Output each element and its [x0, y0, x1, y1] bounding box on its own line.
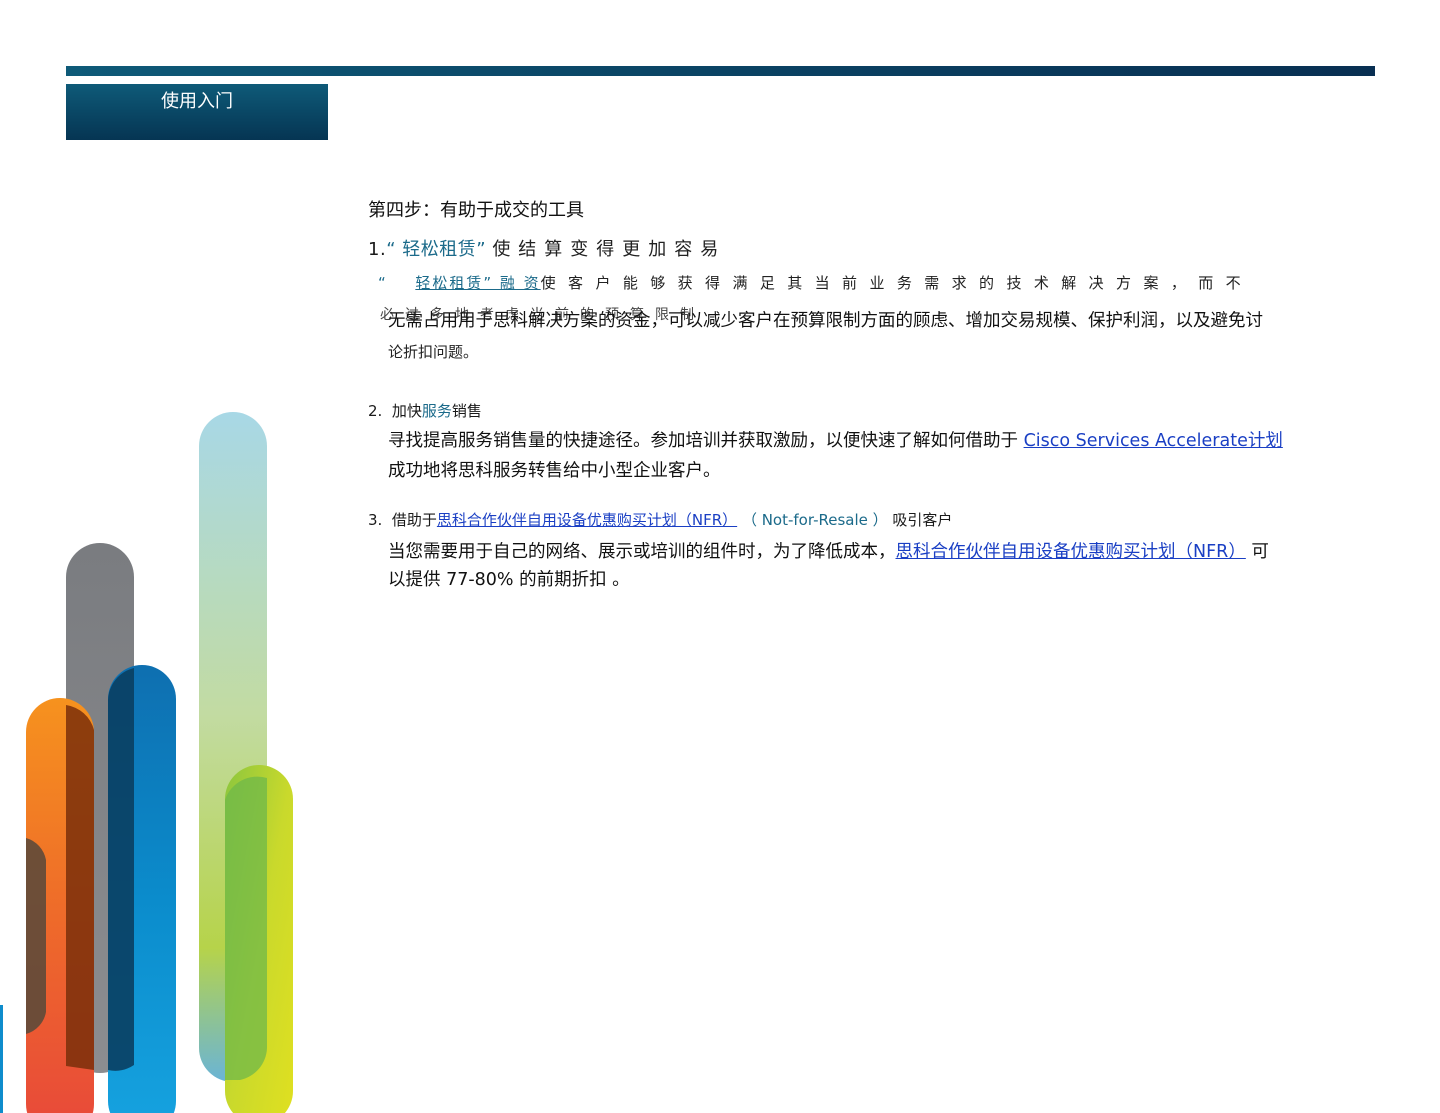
section1-heading-rest: 使结算变得更加容易: [492, 239, 727, 260]
section2-body-line1: 寻找提高服务销售量的快捷途径。参加培训并获取激励，以便快速了解如何借助于 Cis…: [388, 427, 1283, 452]
cisco-services-accelerate-link[interactable]: Cisco Services Accelerate计划: [1024, 431, 1283, 451]
section3-body-text: 当您需要用于自己的网络、展示或培训的组件时，为了降低成本，: [388, 542, 896, 562]
section1-line1-rest: 使客户能够获得满足其当前业务需求的技术解决方案，而不: [540, 274, 1254, 292]
section1-quote-close: ”: [476, 239, 487, 260]
section3-body-tail: 可: [1251, 542, 1269, 562]
section-tab-label: 使用入门: [161, 91, 233, 112]
section2-heading: 2. 加快服务销售: [368, 400, 482, 421]
nfr-program-heading-link[interactable]: 思科合作伙伴自用设备优惠购买计划（NFR）: [437, 511, 737, 529]
step-title: 第四步：有助于成交的工具: [368, 200, 584, 221]
easy-lease-link[interactable]: 轻松租赁” 融 资: [415, 274, 540, 292]
section1-text-line3: 论折扣问题。: [388, 343, 479, 361]
section1-heading: 1.“ 轻松租赁” 使结算变得更加容易: [368, 235, 726, 261]
section1-text-line2: 无需占用用于思科解决方案的资金，可以减少客户在预算限制方面的顾虑、增加交易规模、…: [388, 311, 1263, 331]
section2-highlight: 服务: [421, 402, 452, 420]
section3-paren: （ Not-for-Resale ）: [741, 511, 888, 529]
header-accent-bar: [66, 66, 1375, 76]
section1-quote-open: “: [386, 239, 397, 260]
section3-suffix: 吸引客户: [892, 511, 953, 529]
section1-number: 1.: [368, 239, 387, 260]
section3-prefix: 借助于: [391, 511, 437, 529]
section3-body-line1: 当您需要用于自己的网络、展示或培训的组件时，为了降低成本，思科合作伙伴自用设备优…: [388, 538, 1269, 563]
section3-number: 3.: [368, 511, 383, 529]
section3-body-line2: 以提供 77-80% 的前期折扣 。: [388, 570, 630, 590]
section1-text-line1: “ 轻松租赁” 融 资使客户能够获得满足其当前业务需求的技术解决方案，而不: [378, 272, 1253, 293]
nfr-program-body-link[interactable]: 思科合作伙伴自用设备优惠购买计划（NFR）: [896, 542, 1246, 562]
section2-body-text: 寻找提高服务销售量的快捷途径。参加培训并获取激励，以便快速了解如何借助于: [388, 431, 1024, 451]
section3-heading: 3. 借助于思科合作伙伴自用设备优惠购买计划（NFR） （ Not-for-Re…: [368, 509, 952, 530]
section1-line1-quote: “: [378, 274, 399, 292]
section2-suffix: 销售: [451, 402, 482, 420]
section1-highlight: 轻松租赁: [402, 239, 477, 260]
section2-body-line2: 成功地将思科服务转售给中小型企业客户。: [388, 461, 721, 481]
section-tab[interactable]: 使用入门: [66, 84, 328, 140]
section2-prefix: 加快: [391, 402, 422, 420]
section2-number: 2.: [368, 402, 383, 420]
